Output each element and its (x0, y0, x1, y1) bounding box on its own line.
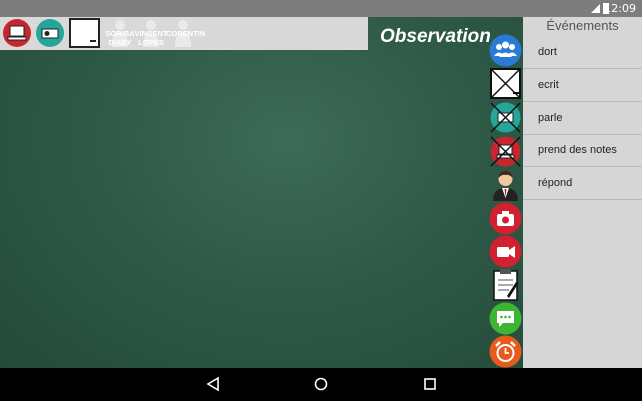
alarm-button[interactable] (489, 335, 522, 368)
event-item-ecrit[interactable]: ecrit (523, 69, 642, 102)
computer-icon (7, 25, 27, 41)
status-time: 12:09 (604, 2, 636, 15)
teacher-button[interactable] (489, 168, 522, 201)
board-remove-button[interactable] (489, 67, 522, 100)
event-item-prend-des-notes[interactable]: prend des notes (523, 134, 642, 167)
student-name: VINCENT LOPES (134, 29, 168, 47)
student-name: CORENTIN (166, 29, 206, 38)
camera-button[interactable] (489, 202, 522, 235)
event-label: dort (538, 46, 557, 58)
back-icon[interactable] (205, 376, 221, 392)
event-item-repond[interactable]: répond (523, 167, 642, 200)
comment-button[interactable] (489, 302, 522, 335)
projector-icon (41, 28, 59, 39)
chat-bubble-icon (489, 302, 522, 335)
event-label: parle (538, 112, 563, 124)
event-item-parle[interactable]: parle (523, 102, 642, 135)
whiteboard-crossed-icon (490, 68, 521, 99)
chalkboard-canvas[interactable] (0, 17, 523, 368)
video-button[interactable] (489, 235, 522, 268)
events-header: Événements (546, 18, 619, 33)
computer-crossed-icon (490, 136, 521, 167)
projector-remove-button[interactable] (489, 101, 522, 134)
whiteboard-thumbnail[interactable] (69, 18, 100, 48)
projector-button[interactable] (36, 19, 64, 47)
teacher-computer-button[interactable] (3, 19, 31, 47)
projector-crossed-icon (490, 102, 521, 133)
home-icon[interactable] (313, 376, 329, 392)
student-soriba-diaby[interactable]: SORIBA DIABY (103, 19, 137, 49)
event-label: répond (538, 177, 573, 189)
notes-button[interactable] (489, 268, 522, 301)
event-item-dort[interactable]: dort (523, 36, 642, 69)
student-vincent-lopes[interactable]: VINCENT LOPES (134, 19, 168, 49)
student-name: SORIBA DIABY (105, 29, 135, 47)
clipboard-icon (493, 269, 518, 301)
group-icon (489, 34, 522, 67)
recents-icon[interactable] (422, 376, 438, 392)
page-title: Observation (380, 26, 491, 47)
computer-remove-button[interactable] (489, 135, 522, 168)
navigation-bar (0, 368, 642, 401)
group-button[interactable] (489, 34, 522, 67)
event-label: ecrit (538, 79, 559, 91)
video-camera-icon (489, 235, 522, 268)
camera-icon (489, 202, 522, 235)
top-toolbar: SORIBA DIABY VINCENT LOPES CORENTIN (0, 17, 368, 50)
signal-icon (591, 4, 600, 13)
status-bar: 12:09 (0, 0, 642, 17)
alarm-clock-icon (489, 335, 522, 368)
event-label: prend des notes (538, 144, 617, 156)
events-panel: Événements dort ecrit parle prend des no… (523, 17, 642, 368)
student-corentin[interactable]: CORENTIN (166, 19, 206, 49)
teacher-icon (493, 171, 518, 201)
